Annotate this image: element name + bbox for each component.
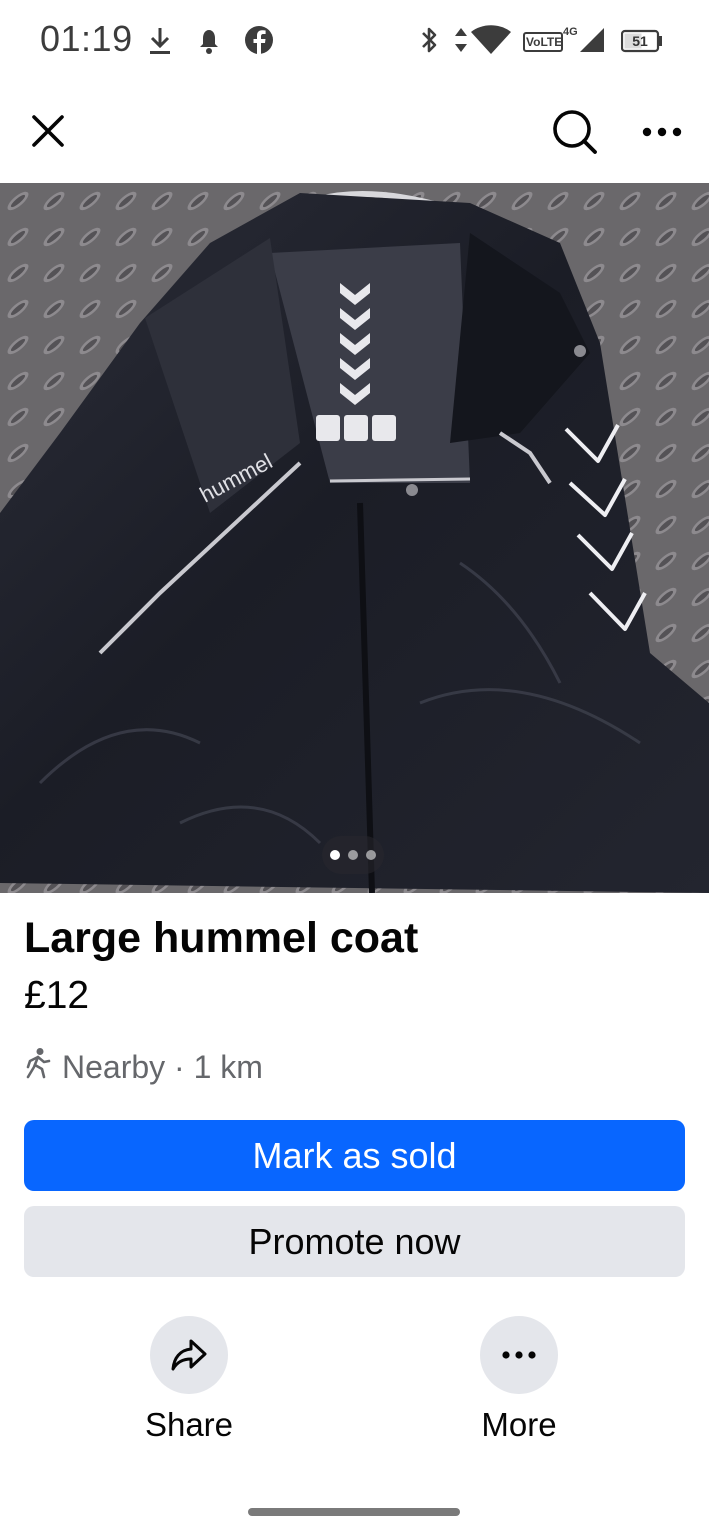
jacket-photo: hummel: [0, 183, 709, 893]
wifi-icon: [470, 22, 512, 58]
battery-icon: 51: [621, 22, 663, 58]
notification-icon: [198, 22, 220, 58]
more-button[interactable]: [480, 1316, 558, 1394]
listing-location: Nearby · 1 km: [24, 1045, 263, 1089]
home-indicator[interactable]: [248, 1508, 460, 1516]
status-bar: 01:19 VoLTE 4G 51: [0, 0, 709, 80]
more-action[interactable]: More: [439, 1316, 599, 1444]
close-icon: [31, 114, 65, 148]
battery-level: 51: [632, 33, 648, 49]
volte-icon: VoLTE 4G: [523, 22, 579, 58]
facebook-icon: [244, 22, 274, 58]
walking-person-icon: [24, 1047, 52, 1087]
share-button[interactable]: [150, 1316, 228, 1394]
search-button[interactable]: [548, 105, 602, 159]
more-options-button[interactable]: [636, 110, 688, 154]
share-icon: [169, 1337, 209, 1373]
share-action[interactable]: Share: [109, 1316, 269, 1444]
promote-now-button[interactable]: Promote now: [24, 1206, 685, 1277]
page-dot-2: [348, 850, 358, 860]
mark-as-sold-button[interactable]: Mark as sold: [24, 1120, 685, 1191]
network-type-label: 4G: [563, 26, 578, 38]
listing-photo[interactable]: hummel: [0, 183, 709, 893]
page-dot-3: [366, 850, 376, 860]
download-icon: [147, 22, 173, 58]
status-time: 01:19: [40, 18, 133, 59]
more-icon: [642, 127, 682, 137]
search-icon: [552, 109, 598, 155]
listing-price: £12: [24, 974, 90, 1017]
top-app-bar: [0, 80, 709, 183]
listing-title: Large hummel coat: [24, 914, 419, 962]
more-label: More: [481, 1406, 557, 1443]
bluetooth-icon: [418, 22, 440, 58]
page-dot-1: [330, 850, 340, 860]
photo-page-indicator: [322, 836, 384, 874]
data-arrows-icon: [453, 22, 469, 58]
more-horizontal-icon: [502, 1351, 536, 1359]
location-text: Nearby · 1 km: [62, 1048, 263, 1085]
signal-icon: [578, 22, 606, 58]
close-button[interactable]: [22, 105, 74, 157]
share-label: Share: [144, 1406, 234, 1443]
volte-label: VoLTE: [526, 35, 563, 49]
